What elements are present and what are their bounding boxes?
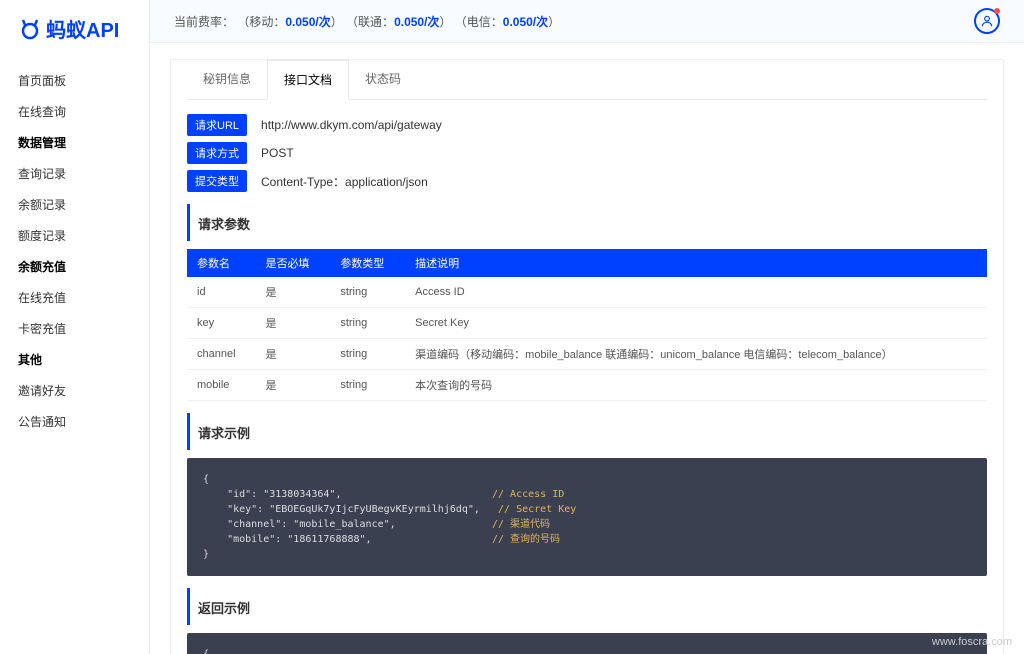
table-cell: string [330,308,405,339]
table-cell: mobile [187,370,255,401]
table-header: 参数类型 [330,249,405,277]
tabs: 秘钥信息接口文档状态码 [187,60,987,100]
table-cell: 是 [255,277,330,308]
logo: 蚂蚁API [0,0,149,57]
table-cell: Secret Key [405,308,987,339]
table-cell: string [330,277,405,308]
table-cell: id [187,277,255,308]
url-value: http://www.dkym.com/api/gateway [261,118,442,132]
section-req-example: 请求示例 [187,413,987,450]
tab[interactable]: 接口文档 [267,60,349,100]
table-cell: Access ID [405,277,987,308]
nav-item[interactable]: 首页面板 [0,65,149,96]
info-ct-row: 提交类型 Content-Type：application/json [187,170,987,192]
table-cell: 是 [255,370,330,401]
logo-icon [18,17,42,41]
main: 当前费率： （移动：0.050/次） （联通：0.050/次） （电信：0.05… [150,0,1024,654]
table-row: id是stringAccess ID [187,277,987,308]
rate-info: 当前费率： （移动：0.050/次） （联通：0.050/次） （电信：0.05… [174,13,560,30]
table-header: 描述说明 [405,249,987,277]
table-cell: 本次查询的号码 [405,370,987,401]
nav-item[interactable]: 卡密充值 [0,313,149,344]
badge-method: 请求方式 [187,142,247,164]
table-cell: string [330,370,405,401]
content: 秘钥信息接口文档状态码 请求URL http://www.dkym.com/ap… [150,43,1024,654]
tab[interactable]: 秘钥信息 [187,60,267,99]
section-resp-example: 返回示例 [187,588,987,625]
nav-group-title: 其他 [0,344,149,375]
logo-text: 蚂蚁API [46,14,119,43]
info-method-row: 请求方式 POST [187,142,987,164]
table-cell: 是 [255,339,330,370]
response-code: { "code": 200, "status": "success", "mes… [187,633,987,654]
avatar[interactable] [974,8,1000,34]
nav-group-title: 余额充值 [0,251,149,282]
table-row: key是stringSecret Key [187,308,987,339]
nav: 首页面板在线查询数据管理查询记录余额记录额度记录余额充值在线充值卡密充值其他邀请… [0,57,149,445]
info-url-row: 请求URL http://www.dkym.com/api/gateway [187,114,987,136]
nav-group-title: 数据管理 [0,127,149,158]
badge-ct: 提交类型 [187,170,247,192]
table-row: channel是string渠道编码（移动编码：mobile_balance 联… [187,339,987,370]
nav-item[interactable]: 余额记录 [0,189,149,220]
card: 秘钥信息接口文档状态码 请求URL http://www.dkym.com/ap… [170,59,1004,654]
ct-value: Content-Type：application/json [261,173,428,190]
table-header: 参数名 [187,249,255,277]
tab[interactable]: 状态码 [349,60,417,99]
request-code: { "id": "3138034364", // Access ID "key"… [187,458,987,576]
table-row: mobile是string本次查询的号码 [187,370,987,401]
nav-item[interactable]: 查询记录 [0,158,149,189]
table-cell: channel [187,339,255,370]
nav-item[interactable]: 邀请好友 [0,375,149,406]
user-icon [980,14,994,28]
nav-item[interactable]: 公告通知 [0,406,149,437]
method-value: POST [261,146,294,160]
table-cell: 是 [255,308,330,339]
sidebar: 蚂蚁API 首页面板在线查询数据管理查询记录余额记录额度记录余额充值在线充值卡密… [0,0,150,654]
nav-item[interactable]: 额度记录 [0,220,149,251]
table-header: 是否必填 [255,249,330,277]
nav-item[interactable]: 在线充值 [0,282,149,313]
params-table: 参数名是否必填参数类型描述说明 id是stringAccess IDkey是st… [187,249,987,401]
section-params: 请求参数 [187,204,987,241]
nav-item[interactable]: 在线查询 [0,96,149,127]
topbar: 当前费率： （移动：0.050/次） （联通：0.050/次） （电信：0.05… [150,0,1024,43]
table-cell: key [187,308,255,339]
badge-url: 请求URL [187,114,247,136]
table-cell: string [330,339,405,370]
watermark: www.foscra.com [932,636,1012,648]
table-cell: 渠道编码（移动编码：mobile_balance 联通编码：unicom_bal… [405,339,987,370]
